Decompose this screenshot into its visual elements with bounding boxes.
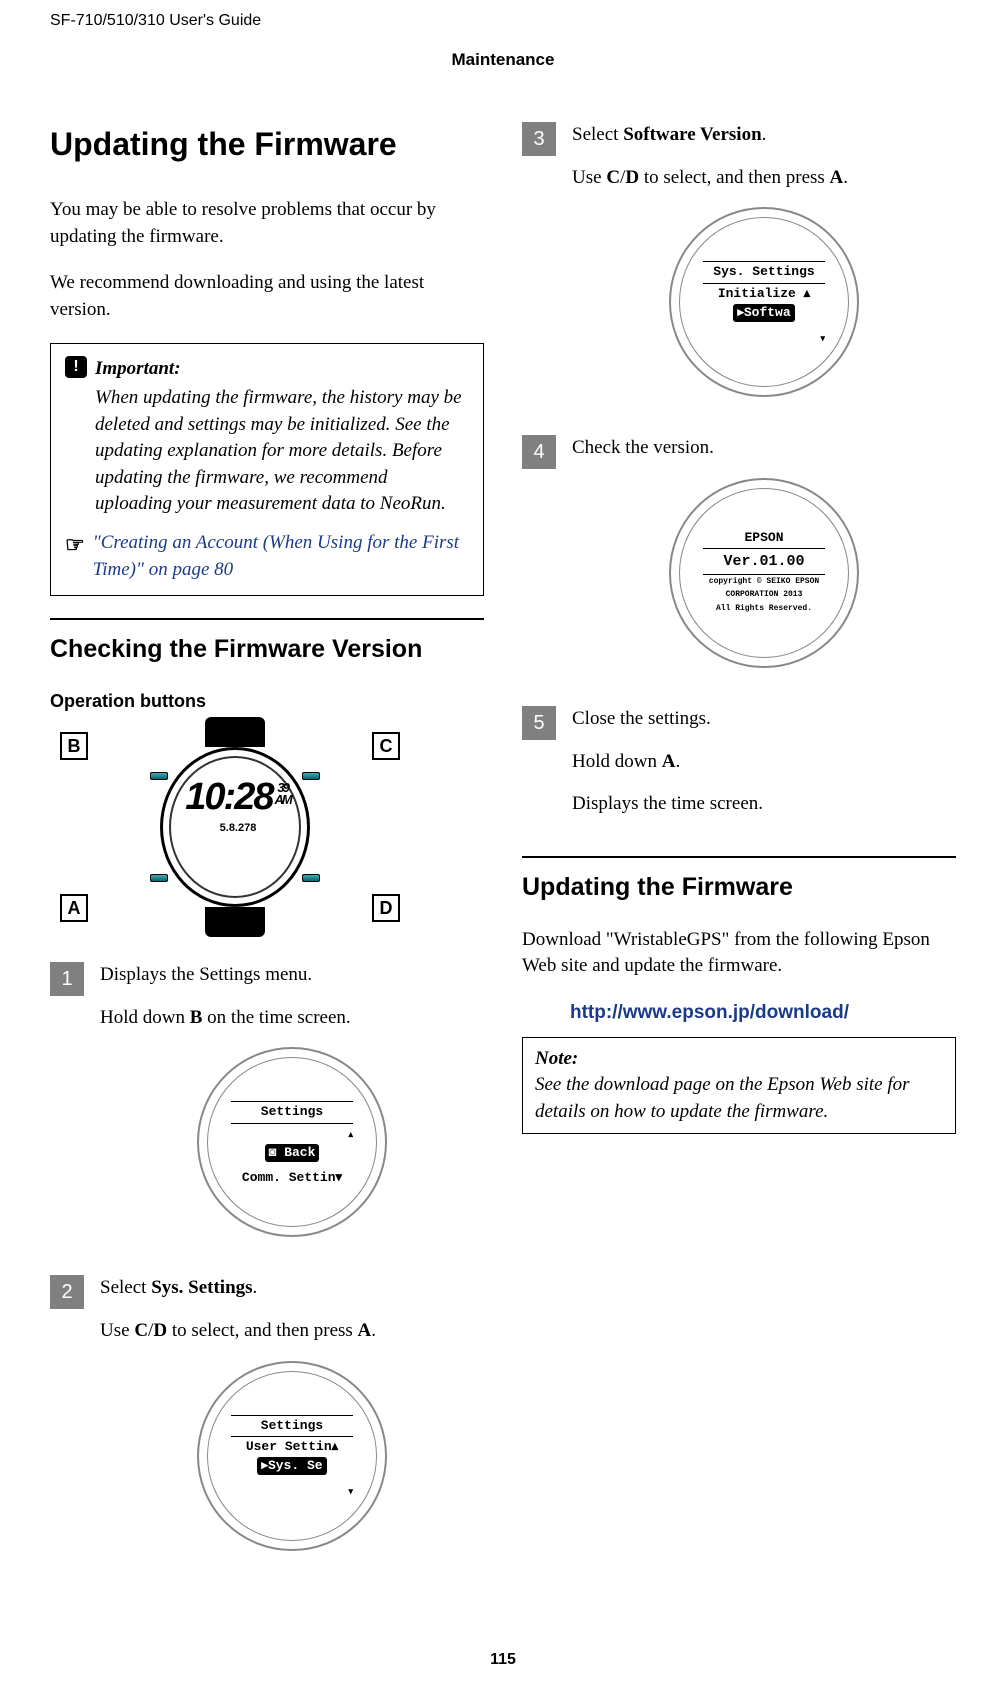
download-link[interactable]: http://www.epson.jp/download/ <box>522 1000 956 1027</box>
version-copyright1: copyright © SEIKO EPSON <box>703 575 825 588</box>
screen1-selected: ◙ Back <box>265 1144 320 1162</box>
version-copyright2: CORPORATION 2013 <box>703 588 825 601</box>
screen3-selected: ▸Softwa <box>733 304 794 322</box>
intro-paragraph-2: We recommend downloading and using the l… <box>50 270 484 323</box>
step3-line2: Use C/D to select, and then press A. <box>572 165 956 192</box>
screen3-title: Sys. Settings <box>703 261 825 283</box>
section-header: Maintenance <box>50 48 956 122</box>
screen3-row2: Initialize ▴ <box>703 284 825 304</box>
intro-paragraph-1: You may be able to resolve problems that… <box>50 197 484 250</box>
important-body: When updating the firmware, the history … <box>65 385 469 518</box>
step5-line2: Hold down A. <box>572 749 956 776</box>
screen-settings-1: Settings ▴ ◙ Back Comm. Settin▾ <box>197 1047 387 1237</box>
step2-line2: Use C/D to select, and then press A. <box>100 1318 484 1345</box>
note-label: Note: <box>535 1046 943 1073</box>
screen1-title: Settings <box>231 1101 353 1123</box>
step3-line1: Select Software Version. <box>572 122 956 149</box>
note-body: See the download page on the Epson Web s… <box>535 1072 943 1125</box>
step1-line2: Hold down B on the time screen. <box>100 1005 484 1032</box>
screen-sys-settings: Sys. Settings Initialize ▴ ▸Softwa ▾ <box>669 207 859 397</box>
screen-settings-2: Settings User Settin▴ ▸Sys. Se ▾ <box>197 1361 387 1551</box>
screen1-row3: Comm. Settin▾ <box>231 1168 353 1188</box>
watch-figure: B C A D 10:28 <box>60 722 400 932</box>
page-title: Updating the Firmware <box>50 122 484 167</box>
step-number: 4 <box>522 435 556 469</box>
cross-reference-link[interactable]: "Creating an Account (When Using for the… <box>93 530 469 583</box>
important-icon: ! <box>65 356 87 378</box>
step1-line1: Displays the Settings menu. <box>100 962 484 989</box>
divider <box>50 618 484 620</box>
step-4: 4 Check the version. EPSON Ver.01.00 cop… <box>522 435 956 696</box>
step5-line3: Displays the time screen. <box>572 791 956 818</box>
note-box: Note: See the download page on the Epson… <box>522 1037 956 1135</box>
version-copyright3: All Rights Reserved. <box>703 602 825 615</box>
download-text: Download "WristableGPS" from the followi… <box>522 927 956 980</box>
subsection-updating: Updating the Firmware <box>522 870 956 905</box>
screen2-row2: User Settin▴ <box>231 1437 353 1457</box>
step-number: 3 <box>522 122 556 156</box>
important-callout: ! Important: When updating the firmware,… <box>50 343 484 596</box>
step-2: 2 Select Sys. Settings. Use C/D to selec… <box>50 1275 484 1578</box>
button-label-c: C <box>372 732 400 760</box>
step4-line1: Check the version. <box>572 435 956 462</box>
button-label-b: B <box>60 732 88 760</box>
subsection-checking: Checking the Firmware Version <box>50 632 484 667</box>
step-5: 5 Close the settings. Hold down A. Displ… <box>522 706 956 834</box>
watch-date: 5.8.278 <box>185 821 291 836</box>
step-3: 3 Select Software Version. Use C/D to se… <box>522 122 956 425</box>
divider <box>522 856 956 858</box>
step-1: 1 Displays the Settings menu. Hold down … <box>50 962 484 1265</box>
pointer-icon: ☞ <box>65 530 85 561</box>
document-title: SF-710/510/310 User's Guide <box>50 10 956 48</box>
step-number: 5 <box>522 706 556 740</box>
important-label: Important: <box>95 356 181 383</box>
screen-version: EPSON Ver.01.00 copyright © SEIKO EPSON … <box>669 478 859 668</box>
step-number: 2 <box>50 1275 84 1309</box>
page-number: 115 <box>50 1649 956 1671</box>
button-label-a: A <box>60 894 88 922</box>
operation-buttons-label: Operation buttons <box>50 689 484 714</box>
cross-reference: ☞ "Creating an Account (When Using for t… <box>65 530 469 583</box>
step-number: 1 <box>50 962 84 996</box>
screen2-title: Settings <box>231 1415 353 1437</box>
screen2-selected: ▸Sys. Se <box>257 1457 326 1475</box>
button-label-d: D <box>372 894 400 922</box>
version-number: Ver.01.00 <box>703 548 825 575</box>
watch-time: 10:28 39 AM <box>185 778 290 816</box>
step5-line1: Close the settings. <box>572 706 956 733</box>
version-brand: EPSON <box>703 528 825 548</box>
step2-line1: Select Sys. Settings. <box>100 1275 484 1302</box>
